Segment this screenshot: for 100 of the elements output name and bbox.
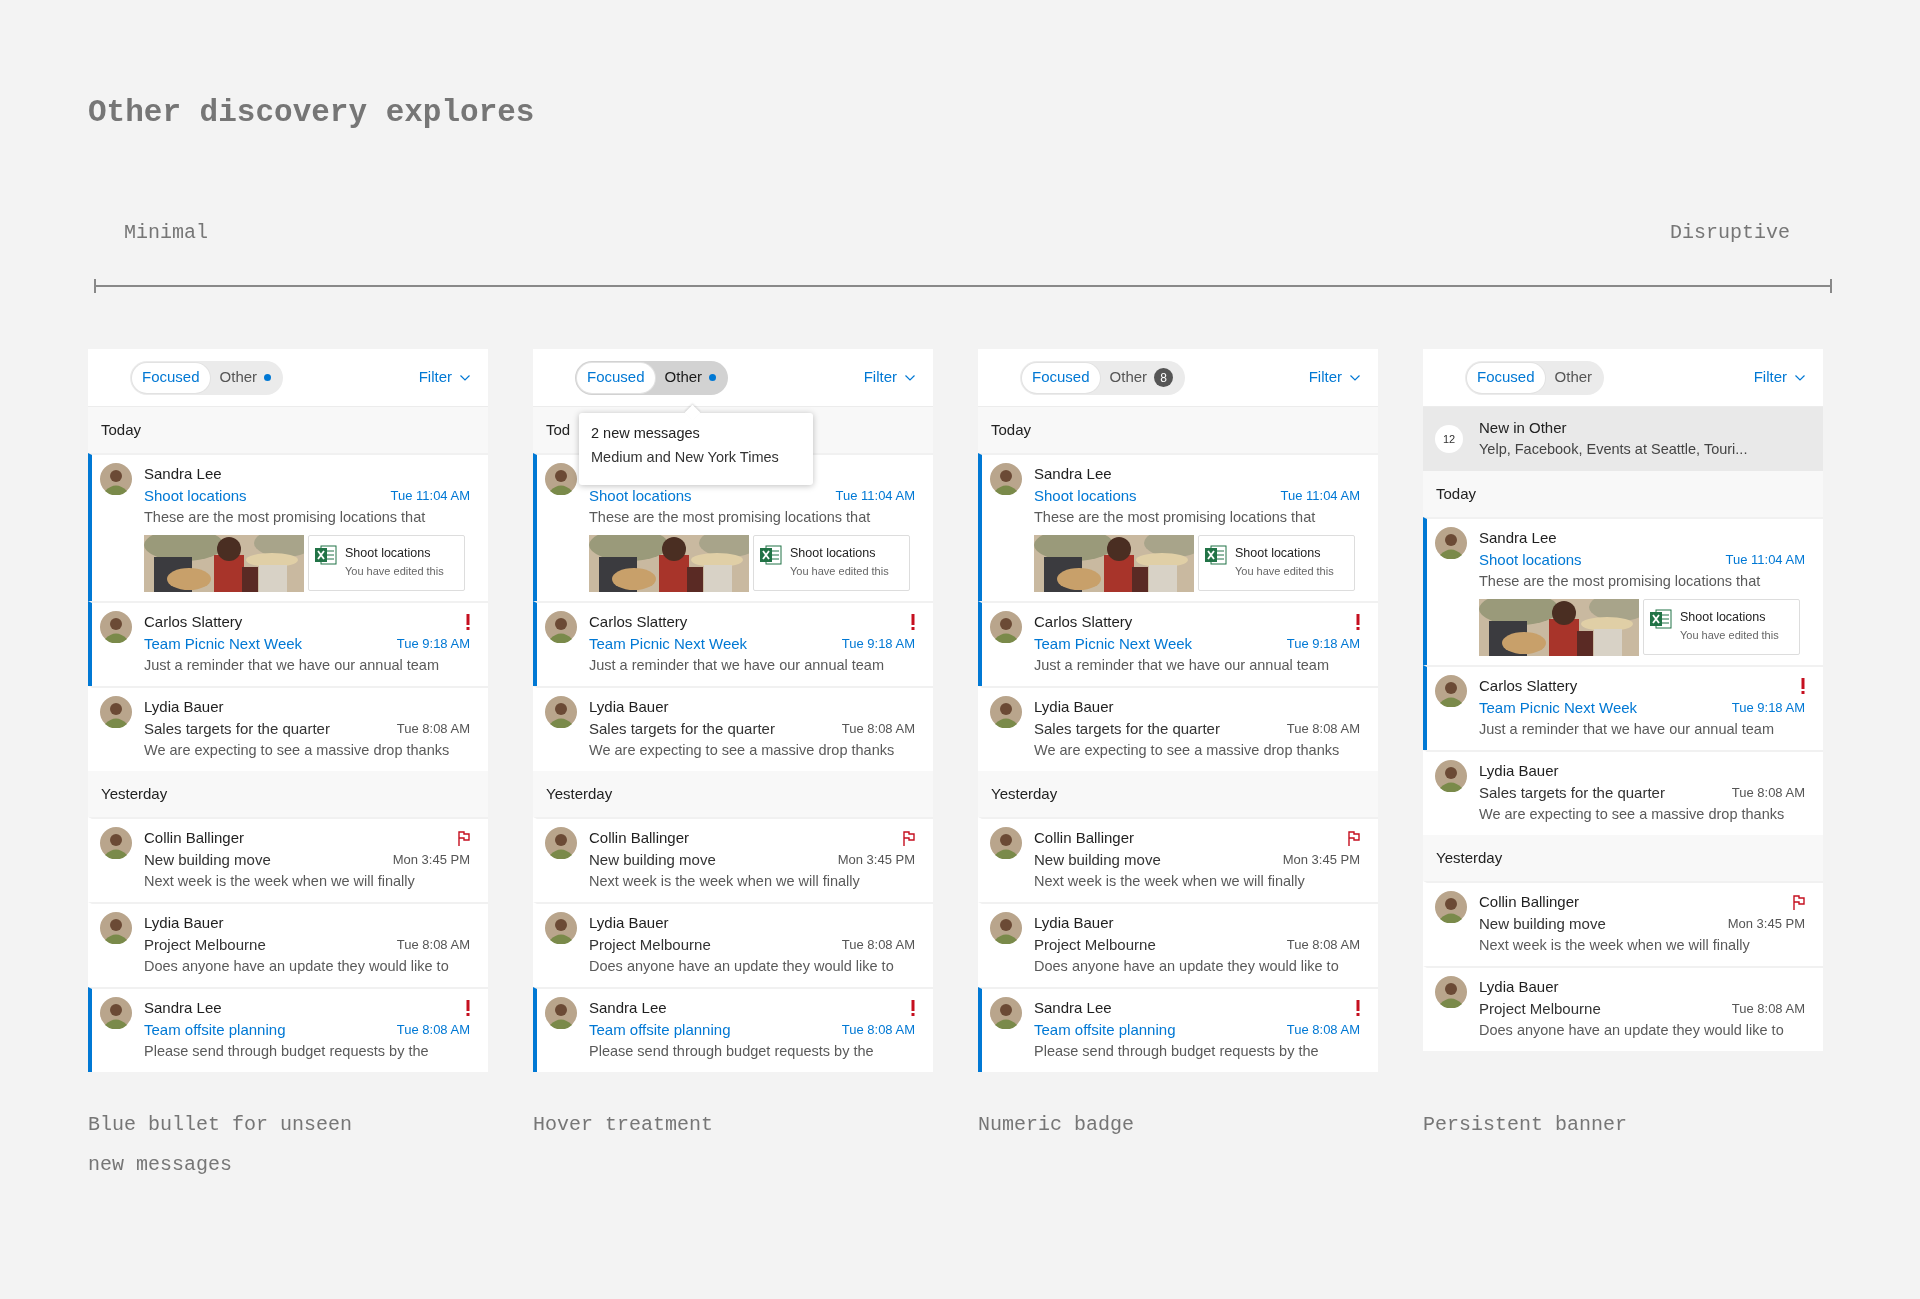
- filter-button[interactable]: Filter: [863, 366, 915, 389]
- preview-text: Please send through budget requests by the: [589, 1042, 875, 1061]
- time: Tue 8:08 AM: [1286, 936, 1360, 955]
- tooltip-title: 2 new messages: [591, 424, 701, 443]
- subject: Shoot locations: [1034, 485, 1137, 506]
- message-row[interactable]: Sandra Lee Team offsite planning Tue 8:08 AM Please send through budget requests by the: [88, 987, 488, 1072]
- tab[interactable]: Focused: [132, 362, 210, 393]
- preview-text: Next week is the week when we will finally: [589, 872, 861, 891]
- time: Tue 11:04 AM: [390, 487, 470, 506]
- message-row[interactable]: Lydia Bauer Project Melbourne Tue 8:08 AM Does anyone have an update they would like to: [533, 902, 933, 987]
- preview-text: We are expecting to see a massive drop thanks: [144, 741, 451, 760]
- subject: Shoot locations: [144, 485, 247, 506]
- preview-text: Just a reminder that we have our annual team: [1034, 656, 1330, 675]
- tab[interactable]: Other: [209, 362, 282, 393]
- filter-button[interactable]: Filter: [1753, 366, 1805, 389]
- flag-icon[interactable]: [1793, 894, 1805, 910]
- avatar-icon: [545, 696, 577, 728]
- flag-icon[interactable]: [458, 830, 470, 846]
- time: Tue 8:08 AM: [396, 936, 470, 955]
- unread-dot: [709, 374, 717, 381]
- time: Tue 8:08 AM: [1731, 1000, 1805, 1019]
- count-badge: 8: [1154, 368, 1174, 387]
- message-row[interactable]: Carlos Slattery Team Picnic Next Week Tue 9:18 AM Just a reminder that we have our annual team: [88, 601, 488, 686]
- subject: Project Melbourne: [589, 934, 711, 955]
- caption: Hover treatment: [533, 1112, 715, 1138]
- sender-name: Lydia Bauer: [1034, 696, 1114, 717]
- subject: Shoot locations: [1479, 549, 1582, 570]
- message-row[interactable]: Collin Ballinger New building move Mon 3:45 PM Next week is the week when we will finally: [1423, 881, 1823, 966]
- subject: Project Melbourne: [1479, 998, 1601, 1019]
- subject: New building move: [1034, 849, 1161, 870]
- tab[interactable]: Focused: [1022, 362, 1100, 393]
- sender-name: Lydia Bauer: [1034, 912, 1114, 933]
- avatar-icon: [1435, 675, 1467, 707]
- preview-text: These are the most promising locations that: [1479, 572, 1762, 591]
- message-row[interactable]: Sandra Lee Shoot locations Tue 11:04 AM These are the most promising locations that Shoot locations You have edited this: [88, 453, 488, 601]
- scale-label: Disruptive: [1669, 220, 1790, 246]
- flag-icon[interactable]: [903, 830, 915, 846]
- avatar-icon: [990, 827, 1022, 859]
- scale-label: Minimal: [124, 220, 208, 246]
- message-row[interactable]: Collin Ballinger New building move Mon 3:45 PM Next week is the week when we will finally: [533, 817, 933, 902]
- tab[interactable]: Other: [1544, 362, 1603, 393]
- avatar-icon: [1435, 891, 1467, 923]
- filter-button[interactable]: Filter: [1308, 366, 1360, 389]
- time: Tue 8:08 AM: [841, 1021, 915, 1040]
- file-attachment[interactable]: Shoot locations You have edited this: [1198, 535, 1355, 591]
- time: Tue 11:04 AM: [835, 487, 915, 506]
- preview-text: Please send through budget requests by the: [144, 1042, 430, 1061]
- subject: Sales targets for the quarter: [589, 718, 775, 739]
- flag-icon[interactable]: [1348, 830, 1360, 846]
- tab[interactable]: Focused: [1467, 362, 1545, 393]
- sender-name: Carlos Slattery: [1034, 611, 1133, 632]
- time: Tue 9:18 AM: [1286, 635, 1360, 654]
- tab[interactable]: Other: [654, 362, 727, 393]
- message-row[interactable]: Collin Ballinger New building move Mon 3:45 PM Next week is the week when we will finally: [88, 817, 488, 902]
- sender-name: Sandra Lee: [144, 463, 222, 484]
- sender-name: Lydia Bauer: [144, 912, 224, 933]
- file-attachment[interactable]: Shoot locations You have edited this: [1643, 599, 1800, 655]
- sender-name: Lydia Bauer: [144, 696, 224, 717]
- message-row[interactable]: Sandra Lee Shoot locations Tue 11:04 AM These are the most promising locations that Shoot locations You have edited this: [978, 453, 1378, 601]
- file-attachment[interactable]: Shoot locations You have edited this: [753, 535, 910, 591]
- message-row[interactable]: Sandra Lee Shoot locations Tue 11:04 AM These are the most promising locations that Shoot locations You have edited this: [1423, 517, 1823, 665]
- section-header: Today: [1423, 471, 1823, 517]
- chevron-down-icon: [1795, 374, 1805, 381]
- message-row[interactable]: Lydia Bauer Project Melbourne Tue 8:08 AM Does anyone have an update they would like to: [88, 902, 488, 987]
- message-row[interactable]: Carlos Slattery Team Picnic Next Week Tue 9:18 AM Just a reminder that we have our annual team: [978, 601, 1378, 686]
- file-status: You have edited this: [1235, 563, 1334, 579]
- spreadsheet-icon: [1650, 608, 1672, 630]
- section-header: Yesterday: [533, 771, 933, 817]
- sender-name: Collin Ballinger: [1479, 891, 1580, 912]
- preview-text: Next week is the week when we will finally: [1034, 872, 1306, 891]
- avatar-icon: [1435, 976, 1467, 1008]
- subject: Team offsite planning: [1034, 1019, 1176, 1040]
- subject: New building move: [1479, 913, 1606, 934]
- banner[interactable]: 12 New in Other Yelp, Facebook, Events at Seattle, Touri...: [1423, 407, 1823, 471]
- message-row[interactable]: Collin Ballinger New building move Mon 3:45 PM Next week is the week when we will finally: [978, 817, 1378, 902]
- message-row[interactable]: Lydia Bauer Project Melbourne Tue 8:08 AM Does anyone have an update they would like to: [1423, 966, 1823, 1051]
- avatar-icon: [990, 463, 1022, 495]
- file-attachment[interactable]: Shoot locations You have edited this: [308, 535, 465, 591]
- subject: Team Picnic Next Week: [1034, 633, 1193, 654]
- subject: New building move: [589, 849, 716, 870]
- section-header: Yesterday: [88, 771, 488, 817]
- file-name: Shoot locations: [790, 545, 877, 562]
- filter-button[interactable]: Filter: [418, 366, 470, 389]
- message-row[interactable]: Carlos Slattery Team Picnic Next Week Tue 9:18 AM Just a reminder that we have our annual team: [1423, 665, 1823, 750]
- message-row[interactable]: Sandra Lee Team offsite planning Tue 8:08 AM Please send through budget requests by the: [533, 987, 933, 1072]
- message-row[interactable]: Carlos Slattery Team Picnic Next Week Tue 9:18 AM Just a reminder that we have our annual team: [533, 601, 933, 686]
- message-row[interactable]: Lydia Bauer Project Melbourne Tue 8:08 AM Does anyone have an update they would like to: [978, 902, 1378, 987]
- sender-name: Lydia Bauer: [1479, 976, 1559, 997]
- subject: New building move: [144, 849, 271, 870]
- message-row[interactable]: Sandra Lee Team offsite planning Tue 8:08 AM Please send through budget requests by the: [978, 987, 1378, 1072]
- file-status: You have edited this: [790, 563, 889, 579]
- tab[interactable]: Focused: [577, 362, 655, 393]
- subject: Project Melbourne: [144, 934, 266, 955]
- preview-text: Does anyone have an update they would like to: [144, 957, 450, 976]
- chevron-down-icon: [460, 374, 470, 381]
- sender-name: Sandra Lee: [144, 997, 222, 1018]
- preview-text: Next week is the week when we will finally: [144, 872, 416, 891]
- tab[interactable]: Other 8: [1099, 362, 1184, 393]
- preview-text: Next week is the week when we will finally: [1479, 936, 1751, 955]
- spreadsheet-icon: [760, 544, 782, 566]
